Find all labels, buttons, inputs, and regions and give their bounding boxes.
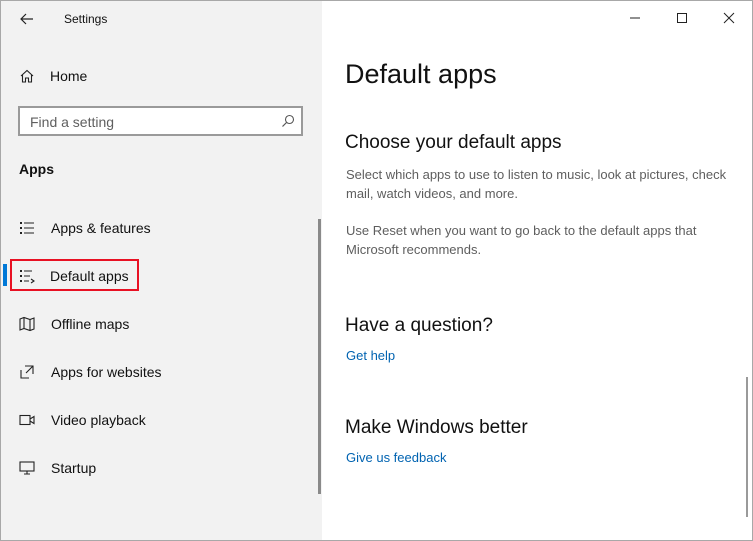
content-scrollbar[interactable] bbox=[746, 377, 748, 517]
sidebar-item-label: Default apps bbox=[50, 268, 129, 284]
close-button[interactable] bbox=[718, 7, 740, 29]
default-apps-icon bbox=[20, 270, 35, 284]
maximize-icon bbox=[677, 13, 687, 23]
back-button[interactable] bbox=[15, 9, 39, 29]
give-feedback-link[interactable]: Give us feedback bbox=[346, 450, 446, 465]
monitor-icon bbox=[19, 461, 35, 475]
close-icon bbox=[723, 12, 735, 24]
sidebar: Settings Home Apps Apps & features bbox=[1, 1, 322, 540]
sidebar-item-label: Startup bbox=[51, 460, 97, 476]
search-input[interactable] bbox=[30, 112, 275, 132]
sidebar-item-label: Video playback bbox=[51, 412, 146, 428]
open-link-icon bbox=[20, 365, 34, 379]
list-icon bbox=[20, 222, 34, 234]
maximize-button[interactable] bbox=[671, 7, 693, 29]
sidebar-item-startup[interactable]: Startup bbox=[1, 450, 301, 486]
home-link[interactable]: Home bbox=[19, 65, 87, 87]
search-icon[interactable] bbox=[281, 114, 295, 128]
get-help-link[interactable]: Get help bbox=[346, 348, 395, 363]
sidebar-item-offline-maps[interactable]: Offline maps bbox=[1, 306, 301, 342]
sidebar-item-apps-websites[interactable]: Apps for websites bbox=[1, 354, 301, 390]
sidebar-item-apps-features[interactable]: Apps & features bbox=[1, 210, 301, 246]
sidebar-item-label: Apps for websites bbox=[51, 364, 162, 380]
reset-description: Use Reset when you want to go back to th… bbox=[346, 223, 697, 257]
home-icon bbox=[20, 69, 34, 83]
question-heading: Have a question? bbox=[345, 315, 493, 336]
home-label: Home bbox=[50, 68, 88, 84]
map-icon bbox=[19, 316, 35, 332]
sidebar-scrollbar[interactable] bbox=[318, 219, 321, 494]
back-arrow-icon bbox=[20, 13, 33, 25]
video-icon bbox=[19, 414, 35, 426]
section-title: Apps bbox=[19, 161, 54, 177]
settings-window: Settings Home Apps Apps & features bbox=[0, 0, 753, 541]
sidebar-item-label: Apps & features bbox=[51, 220, 151, 236]
feedback-heading: Make Windows better bbox=[345, 417, 528, 438]
main-content: Default apps Choose your default apps Se… bbox=[322, 1, 752, 540]
sidebar-item-video-playback[interactable]: Video playback bbox=[1, 402, 301, 438]
search-box[interactable] bbox=[18, 106, 303, 136]
page-title: Default apps bbox=[345, 59, 497, 89]
choose-description: Select which apps to use to listen to mu… bbox=[346, 167, 727, 201]
window-title: Settings bbox=[64, 12, 108, 26]
sidebar-item-default-apps[interactable]: Default apps bbox=[1, 258, 301, 294]
sidebar-item-label: Offline maps bbox=[51, 316, 130, 332]
minimize-button[interactable] bbox=[624, 7, 646, 29]
choose-heading: Choose your default apps bbox=[345, 132, 562, 153]
minimize-icon bbox=[630, 17, 640, 19]
